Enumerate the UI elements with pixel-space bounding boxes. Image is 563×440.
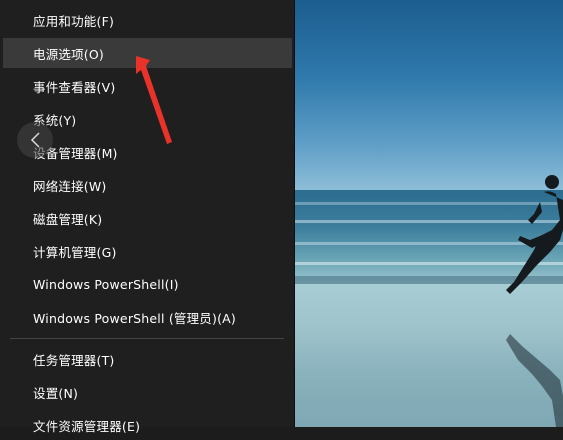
menu-item-disk-management[interactable]: 磁盘管理(K) [3,203,292,233]
chevron-left-icon [30,132,40,148]
wallpaper-sky [294,0,563,192]
menu-item-label: 文件资源管理器(E) [33,418,141,434]
back-button[interactable] [17,122,53,158]
runner-silhouette [506,175,563,294]
menu-item-power-options[interactable]: 电源选项(O) [3,38,292,68]
menu-item-label: 应用和功能(F) [33,13,115,29]
menu-item-powershell[interactable]: Windows PowerShell(I) [3,269,292,299]
menu-item-apps-and-features[interactable]: 应用和功能(F) [3,5,292,35]
winx-context-menu: 应用和功能(F) 电源选项(O) 事件查看器(V) 系统(Y) 设备管理器(M)… [0,0,295,434]
menu-divider [10,338,284,339]
menu-item-task-manager[interactable]: 任务管理器(T) [3,344,292,374]
menu-item-computer-management[interactable]: 计算机管理(G) [3,236,292,266]
menu-item-label: 任务管理器(T) [33,352,115,368]
menu-item-settings[interactable]: 设置(N) [3,377,292,407]
menu-item-label: Windows PowerShell(I) [33,276,179,292]
menu-item-label: 事件查看器(V) [33,79,116,95]
menu-item-event-viewer[interactable]: 事件查看器(V) [3,71,292,101]
runner-reflection [506,334,563,427]
menu-item-label: 设置(N) [33,385,79,401]
menu-item-label: 计算机管理(G) [33,244,117,260]
menu-item-file-explorer[interactable]: 文件资源管理器(E) [3,410,292,440]
menu-item-network-connections[interactable]: 网络连接(W) [3,170,292,200]
menu-item-label: Windows PowerShell (管理员)(A) [33,310,236,326]
menu-item-label: 网络连接(W) [33,178,107,194]
menu-item-label: 磁盘管理(K) [33,211,103,227]
menu-item-powershell-admin[interactable]: Windows PowerShell (管理员)(A) [3,302,292,332]
menu-item-label: 电源选项(O) [33,46,104,62]
